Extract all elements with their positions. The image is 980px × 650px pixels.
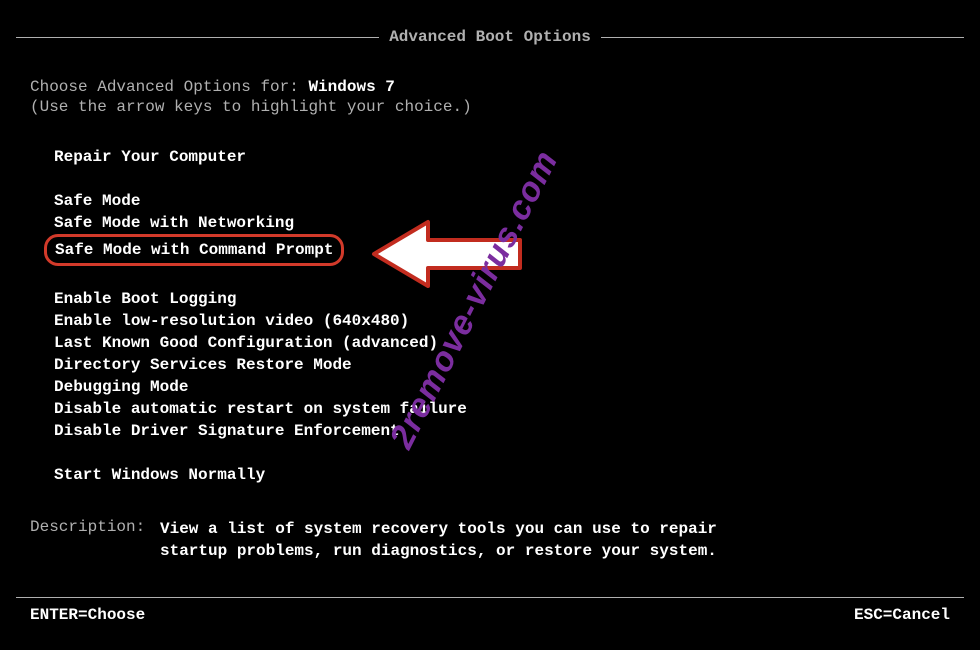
- description-block: Description: View a list of system recov…: [30, 518, 720, 562]
- option-group-1: Repair Your Computer: [52, 146, 950, 168]
- option-repair-computer[interactable]: Repair Your Computer: [52, 146, 248, 168]
- option-safe-mode-networking[interactable]: Safe Mode with Networking: [52, 212, 296, 234]
- option-group-4: Start Windows Normally: [52, 464, 950, 486]
- option-low-res-video[interactable]: Enable low-resolution video (640x480): [52, 310, 411, 332]
- page-title: Advanced Boot Options: [379, 28, 601, 46]
- option-disable-driver-signature[interactable]: Disable Driver Signature Enforcement: [52, 420, 402, 442]
- footer-divider: [16, 597, 964, 598]
- footer-esc-hint: ESC=Cancel: [854, 606, 950, 624]
- content-area: Choose Advanced Options for: Windows 7 (…: [30, 78, 950, 508]
- option-safe-mode-command-prompt[interactable]: Safe Mode with Command Prompt: [44, 234, 344, 266]
- arrow-keys-hint: (Use the arrow keys to highlight your ch…: [30, 98, 950, 116]
- description-label: Description:: [30, 518, 160, 562]
- os-name: Windows 7: [308, 78, 394, 96]
- footer-bar: ENTER=Choose ESC=Cancel: [30, 606, 950, 624]
- description-text: View a list of system recovery tools you…: [160, 518, 720, 562]
- title-bar: Advanced Boot Options: [16, 22, 964, 52]
- title-line-left: [16, 37, 379, 38]
- option-directory-services-restore[interactable]: Directory Services Restore Mode: [52, 354, 354, 376]
- option-last-known-good[interactable]: Last Known Good Configuration (advanced): [52, 332, 440, 354]
- title-line-right: [601, 37, 964, 38]
- option-start-windows-normally[interactable]: Start Windows Normally: [52, 464, 267, 486]
- option-enable-boot-logging[interactable]: Enable Boot Logging: [52, 288, 238, 310]
- option-safe-mode[interactable]: Safe Mode: [52, 190, 142, 212]
- footer-enter-hint: ENTER=Choose: [30, 606, 145, 624]
- option-disable-auto-restart[interactable]: Disable automatic restart on system fail…: [52, 398, 469, 420]
- option-debugging-mode[interactable]: Debugging Mode: [52, 376, 190, 398]
- prompt-line: Choose Advanced Options for: Windows 7: [30, 78, 950, 96]
- prompt-prefix: Choose Advanced Options for:: [30, 78, 308, 96]
- option-group-2: Safe Mode Safe Mode with Networking Safe…: [52, 190, 950, 266]
- option-group-3: Enable Boot Logging Enable low-resolutio…: [52, 288, 950, 442]
- options-list: Repair Your Computer Safe Mode Safe Mode…: [52, 146, 950, 486]
